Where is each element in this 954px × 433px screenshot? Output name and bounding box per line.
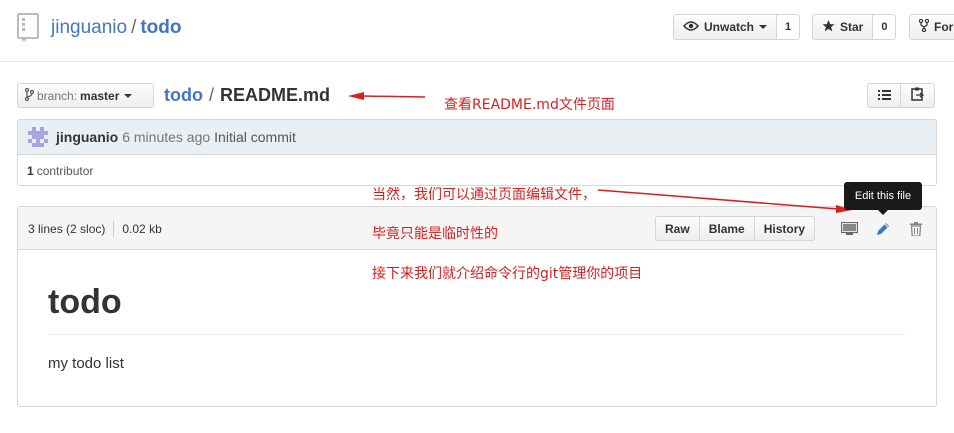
unwatch-button[interactable]: Unwatch bbox=[673, 14, 778, 40]
breadcrumb-root-link[interactable]: todo bbox=[164, 85, 203, 105]
watch-group: Unwatch 1 bbox=[673, 14, 801, 40]
list-icon bbox=[877, 88, 891, 103]
copy-path-button[interactable] bbox=[901, 83, 935, 108]
file-lines: 3 lines (2 sloc) bbox=[28, 222, 106, 236]
unwatch-label: Unwatch bbox=[704, 20, 755, 34]
edit-file-tooltip: Edit this file bbox=[844, 182, 922, 215]
fork-button[interactable]: Fork bbox=[909, 14, 954, 40]
star-group: Star 0 bbox=[812, 14, 897, 40]
contributors-row[interactable]: 1 contributor bbox=[18, 155, 936, 185]
star-button[interactable]: Star bbox=[812, 14, 874, 40]
annotation-note-temporary: 毕竟只能是临时性的 bbox=[372, 226, 498, 242]
raw-button[interactable]: Raw bbox=[655, 216, 700, 241]
star-icon bbox=[822, 19, 840, 35]
pencil-icon[interactable] bbox=[873, 219, 893, 239]
fork-icon bbox=[918, 18, 934, 35]
breadcrumb-separator: / bbox=[208, 85, 214, 105]
file-size: 0.02 kb bbox=[122, 222, 162, 236]
star-count[interactable]: 0 bbox=[873, 14, 897, 40]
chevron-down-icon bbox=[759, 25, 768, 29]
avatar[interactable] bbox=[28, 127, 48, 147]
file-info-divider bbox=[113, 221, 115, 237]
fork-group: Fork bbox=[909, 14, 954, 40]
chevron-down-icon bbox=[124, 93, 133, 98]
commit-info-box: jinguanio 6 minutes ago Initial commit 1… bbox=[17, 119, 937, 186]
branch-label: branch: bbox=[37, 88, 78, 103]
breadcrumb-file-name: README.md bbox=[220, 85, 331, 105]
history-button[interactable]: History bbox=[754, 216, 816, 241]
repo-title: jinguanio / todo bbox=[51, 16, 182, 40]
trash-icon[interactable] bbox=[906, 219, 926, 239]
branch-icon bbox=[24, 87, 35, 104]
repo-icon bbox=[16, 13, 42, 43]
annotation-note-edit: 当然，我们可以通过页面编辑文件， bbox=[372, 187, 596, 203]
commit-header: jinguanio 6 minutes ago Initial commit bbox=[18, 120, 936, 155]
annotation-note-git: 接下来我们就介绍命令行的git管理你的项目 bbox=[372, 266, 643, 282]
commit-message-link[interactable]: Initial commit bbox=[214, 129, 296, 145]
commit-time: 6 minutes ago bbox=[122, 129, 211, 145]
blame-button[interactable]: Blame bbox=[699, 216, 755, 241]
watch-count[interactable]: 1 bbox=[777, 14, 801, 40]
breadcrumb: todo / README.md bbox=[164, 84, 330, 106]
readme-content: todo my todo list bbox=[18, 282, 936, 372]
annotation-arrowhead-readme bbox=[348, 92, 364, 100]
branch-value: master bbox=[80, 88, 120, 103]
annotation-arrow-readme bbox=[361, 95, 426, 98]
view-buttons bbox=[867, 83, 935, 108]
star-label: Star bbox=[840, 20, 864, 34]
readme-body: my todo list bbox=[48, 355, 124, 372]
list-view-button[interactable] bbox=[867, 83, 901, 108]
repo-owner-link[interactable]: jinguanio bbox=[51, 17, 127, 38]
contributor-count: 1 bbox=[27, 163, 34, 178]
eye-icon bbox=[683, 20, 704, 35]
commit-author-link[interactable]: jinguanio bbox=[56, 129, 118, 145]
annotation-note-readme: 查看README.md文件页面 bbox=[444, 97, 615, 113]
file-actions: Raw Blame History bbox=[655, 216, 816, 241]
file-info: 3 lines (2 sloc) 0.02 kb bbox=[28, 221, 162, 237]
fork-label: Fork bbox=[934, 20, 954, 34]
desktop-icon[interactable] bbox=[839, 219, 859, 239]
repo-name-link[interactable]: todo bbox=[140, 17, 181, 38]
repo-title-separator: / bbox=[131, 17, 137, 38]
contributor-label: contributor bbox=[36, 163, 94, 178]
readme-heading: todo bbox=[48, 282, 906, 335]
repo-header: jinguanio/todo Unwatch 1 Star 0 Fork bbox=[0, 0, 954, 62]
clipboard-icon bbox=[911, 87, 925, 104]
branch-selector-button[interactable]: branch: master bbox=[17, 83, 154, 108]
